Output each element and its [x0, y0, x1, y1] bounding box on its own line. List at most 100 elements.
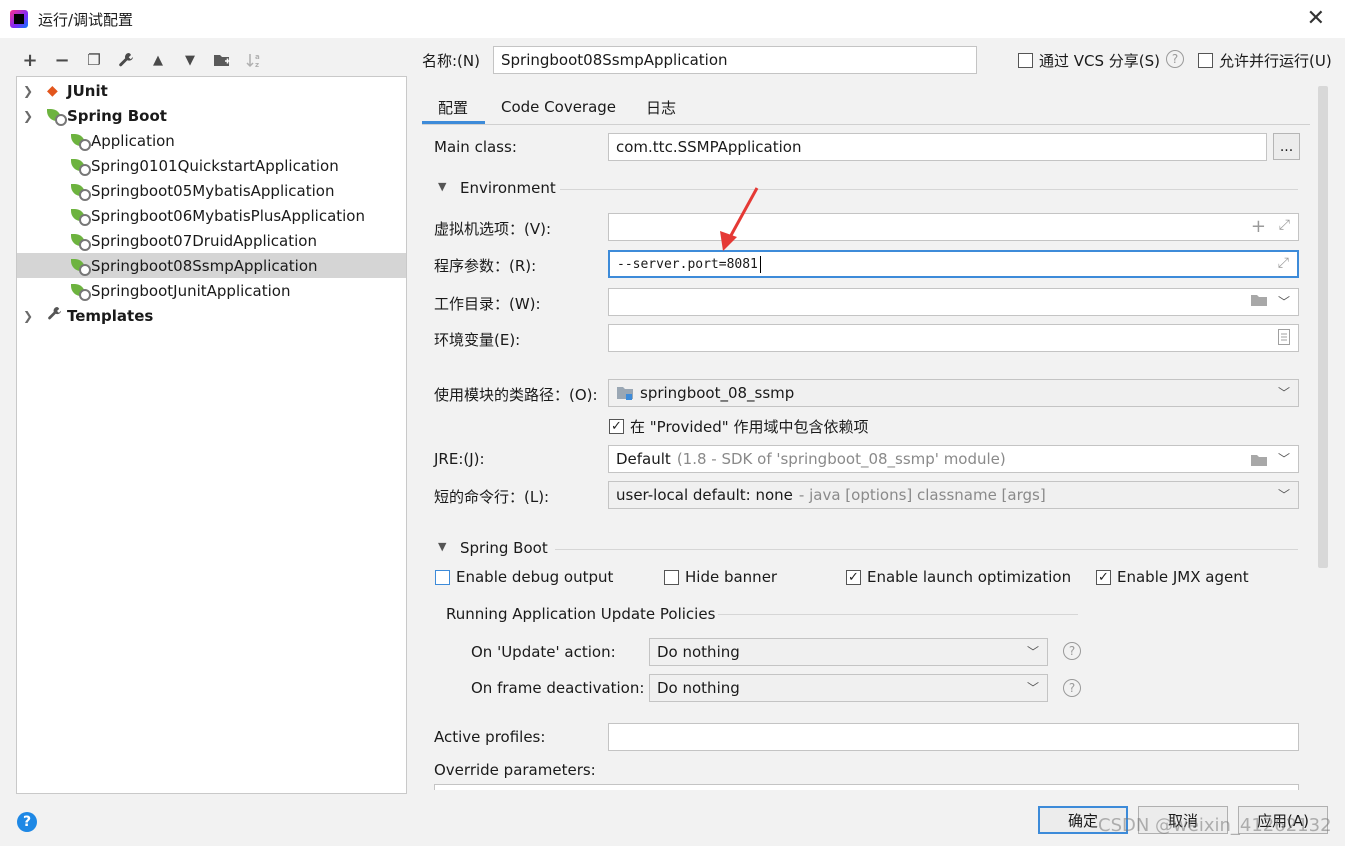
- tree-item-config-selected[interactable]: Springboot08SsmpApplication: [17, 253, 406, 278]
- active-profiles-label: Active profiles:: [434, 728, 546, 746]
- wrench-icon[interactable]: [112, 46, 140, 74]
- checkbox-box[interactable]: [664, 569, 679, 585]
- help-icon[interactable]: ?: [1063, 642, 1081, 660]
- collapse-arrow-icon[interactable]: ▼: [438, 540, 446, 553]
- help-icon[interactable]: ?: [17, 812, 37, 832]
- help-icon[interactable]: ?: [1063, 679, 1081, 697]
- document-icon[interactable]: [1278, 329, 1290, 349]
- tree-item-config[interactable]: Spring0101QuickstartApplication: [17, 153, 406, 178]
- section-divider: [718, 614, 1078, 615]
- tree-item-label: SpringbootJunitApplication: [91, 281, 291, 300]
- tree-item-junit[interactable]: ❯ ◆ JUnit: [17, 78, 406, 103]
- shorten-cmd-select[interactable]: user-local default: none - java [options…: [608, 481, 1299, 509]
- annotation-arrow-icon: [720, 187, 759, 251]
- name-input[interactable]: Springboot08SsmpApplication: [493, 46, 977, 74]
- chevron-down-icon[interactable]: ﹀: [1278, 486, 1290, 503]
- expand-icon[interactable]: ⤢: [1279, 217, 1290, 233]
- browse-button[interactable]: ...: [1273, 133, 1300, 160]
- launch-optimization-checkbox[interactable]: ✓ Enable launch optimization: [846, 568, 1071, 586]
- help-icon[interactable]: ?: [1166, 50, 1184, 68]
- tree-item-config[interactable]: Springboot07DruidApplication: [17, 228, 406, 253]
- on-update-select[interactable]: Do nothing ﹀: [649, 638, 1048, 666]
- scrollbar[interactable]: [1318, 86, 1328, 568]
- tree-item-label: Springboot05MybatisApplication: [91, 181, 335, 200]
- chevron-down-icon[interactable]: ﹀: [1278, 293, 1290, 310]
- chevron-right-icon[interactable]: ❯: [21, 84, 35, 98]
- debug-output-checkbox[interactable]: Enable debug output: [435, 568, 613, 586]
- jre-label: JRE:(J):: [434, 450, 485, 468]
- checkbox-box[interactable]: [435, 569, 450, 585]
- move-up-icon[interactable]: ▲: [144, 46, 172, 74]
- close-icon[interactable]: ✕: [1307, 6, 1325, 31]
- on-update-label: On 'Update' action:: [471, 643, 616, 661]
- window-title: 运行/调试配置: [38, 10, 134, 29]
- module-value: springboot_08_ssmp: [640, 384, 795, 402]
- vm-options-input[interactable]: + ⤢: [608, 213, 1299, 241]
- add-icon[interactable]: +: [16, 46, 44, 74]
- tree-item-config[interactable]: SpringbootJunitApplication: [17, 278, 406, 303]
- tree-item-config[interactable]: Springboot05MybatisApplication: [17, 178, 406, 203]
- move-down-icon[interactable]: ▼: [176, 46, 204, 74]
- jmx-agent-label: Enable JMX agent: [1117, 568, 1249, 586]
- chevron-right-icon[interactable]: ❯: [21, 309, 35, 323]
- expand-icon[interactable]: ⤢: [1278, 255, 1289, 271]
- tree-item-label: Springboot08SsmpApplication: [91, 256, 318, 275]
- env-vars-input[interactable]: [608, 324, 1299, 352]
- spring-boot-icon: [47, 108, 67, 126]
- allow-parallel-checkbox[interactable]: 允许并行运行(U): [1198, 50, 1332, 71]
- folder-add-icon[interactable]: [208, 46, 236, 74]
- module-select[interactable]: springboot_08_ssmp ﹀: [608, 379, 1299, 407]
- jmx-agent-checkbox[interactable]: ✓ Enable JMX agent: [1096, 568, 1249, 586]
- tab-config[interactable]: 配置: [438, 90, 468, 124]
- intellij-icon: [10, 10, 28, 28]
- tab-logs[interactable]: 日志: [646, 90, 676, 124]
- module-classpath-label: 使用模块的类路径：(O):: [434, 386, 598, 404]
- plus-icon[interactable]: +: [1251, 216, 1266, 237]
- remove-icon[interactable]: −: [48, 46, 76, 74]
- tree-item-label: Springboot06MybatisPlusApplication: [91, 206, 365, 225]
- jre-select[interactable]: Default (1.8 - SDK of 'springboot_08_ssm…: [608, 445, 1299, 473]
- module-folder-icon: [616, 385, 634, 401]
- provided-scope-checkbox[interactable]: ✓ 在 "Provided" 作用域中包含依赖项: [609, 416, 868, 437]
- tree-item-spring-boot[interactable]: ❯ Spring Boot: [17, 103, 406, 128]
- tab-code-coverage[interactable]: Code Coverage: [501, 90, 616, 124]
- main-class-label: Main class:: [434, 138, 517, 156]
- checkbox-box[interactable]: [1198, 53, 1213, 68]
- override-params-table[interactable]: [434, 784, 1299, 790]
- copy-icon[interactable]: ❐: [80, 46, 108, 74]
- shorten-cmd-value: user-local default: none: [616, 486, 793, 504]
- checkbox-box-checked[interactable]: ✓: [846, 569, 861, 585]
- checkbox-box-checked[interactable]: ✓: [1096, 569, 1111, 585]
- program-args-input[interactable]: --server.port=8081 ⤢: [608, 250, 1299, 278]
- chevron-down-icon[interactable]: ﹀: [1278, 384, 1290, 401]
- tree-item-config[interactable]: Springboot06MybatisPlusApplication: [17, 203, 406, 228]
- tree-item-templates[interactable]: ❯ Templates: [17, 303, 406, 328]
- collapse-arrow-icon[interactable]: ▼: [438, 180, 446, 193]
- spring-boot-icon: [71, 208, 91, 226]
- sort-icon[interactable]: az: [240, 46, 268, 74]
- tree-item-config[interactable]: Application: [17, 128, 406, 153]
- chevron-down-icon[interactable]: ﹀: [1027, 679, 1039, 696]
- working-dir-label: 工作目录：(W):: [434, 295, 541, 313]
- section-divider: [555, 549, 1298, 550]
- checkbox-box-checked[interactable]: ✓: [609, 419, 624, 434]
- chevron-down-icon[interactable]: ﹀: [1278, 450, 1290, 467]
- shorten-cmd-detail: - java [options] classname [args]: [798, 486, 1046, 504]
- chevron-down-icon[interactable]: ﹀: [1027, 643, 1039, 660]
- jre-detail: (1.8 - SDK of 'springboot_08_ssmp' modul…: [676, 450, 1006, 468]
- tree-item-label: Templates: [67, 306, 154, 325]
- chevron-down-icon[interactable]: ❯: [21, 109, 35, 123]
- name-value: Springboot08SsmpApplication: [501, 51, 728, 69]
- on-frame-select[interactable]: Do nothing ﹀: [649, 674, 1048, 702]
- working-dir-input[interactable]: ﹀: [608, 288, 1299, 316]
- hide-banner-checkbox[interactable]: Hide banner: [664, 568, 777, 586]
- active-profiles-input[interactable]: [608, 723, 1299, 751]
- tree-toolbar: + − ❐ ▲ ▼ az: [16, 46, 268, 74]
- debug-output-label: Enable debug output: [456, 568, 614, 586]
- checkbox-box[interactable]: [1018, 53, 1033, 68]
- program-args-label: 程序参数：(R):: [434, 257, 537, 275]
- share-vcs-checkbox[interactable]: 通过 VCS 分享(S): [1018, 50, 1160, 71]
- folder-icon[interactable]: [1250, 452, 1268, 471]
- folder-icon[interactable]: [1250, 292, 1268, 311]
- main-class-input[interactable]: com.ttc.SSMPApplication: [608, 133, 1267, 161]
